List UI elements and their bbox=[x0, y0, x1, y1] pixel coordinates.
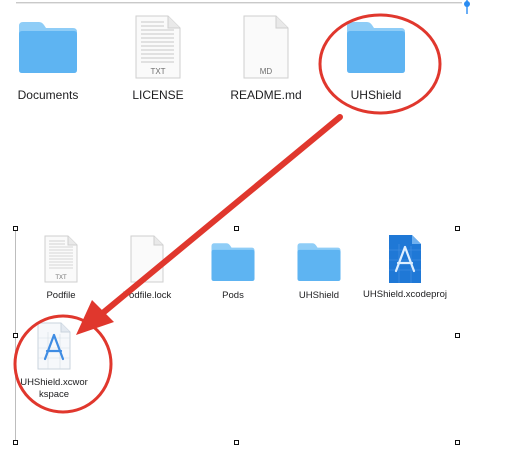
file-type-badge: MD bbox=[260, 67, 273, 76]
file-label: UHShield bbox=[350, 88, 402, 102]
file-label: UHShield bbox=[298, 290, 340, 301]
xcode-workspace-icon bbox=[37, 322, 71, 370]
text-document-icon: TXT bbox=[135, 15, 181, 79]
file-item-documents[interactable]: Documents bbox=[5, 18, 91, 103]
file-label: Podfile bbox=[46, 290, 76, 301]
resize-handle[interactable] bbox=[13, 226, 18, 231]
file-item-readme[interactable]: MD README.md bbox=[223, 15, 309, 103]
resize-handle[interactable] bbox=[455, 226, 460, 231]
file-label: Documents bbox=[17, 88, 79, 102]
file-label: Pods bbox=[222, 290, 244, 301]
file-item-xcworkspace[interactable]: UHShield.xcworkspace bbox=[18, 322, 90, 401]
resize-handle[interactable] bbox=[455, 333, 460, 338]
file-label: UHShield.xcworkspace bbox=[20, 377, 88, 400]
resize-handle[interactable] bbox=[13, 440, 18, 445]
markdown-document-icon: MD bbox=[243, 15, 289, 79]
folder-icon bbox=[211, 243, 255, 282]
file-label: LICENSE bbox=[132, 88, 184, 102]
folder-icon bbox=[297, 243, 341, 282]
window-top-edge-shadow bbox=[16, 3, 462, 4]
file-label: UHShield.xcodeproj bbox=[363, 289, 447, 300]
file-type-badge: TXT bbox=[55, 275, 67, 281]
pin-icon bbox=[464, 0, 470, 14]
folder-icon bbox=[347, 22, 405, 73]
file-item-podfile-lock[interactable]: Podfile.lock bbox=[111, 235, 183, 302]
text-document-icon: TXT bbox=[44, 235, 78, 283]
file-item-podfile[interactable]: TXT Podfile bbox=[25, 235, 97, 302]
file-item-xcodeproj[interactable]: UHShield.xcodeproj bbox=[362, 234, 448, 301]
file-label: README.md bbox=[230, 88, 302, 102]
file-item-uhshield-subfolder[interactable]: UHShield bbox=[283, 240, 355, 302]
xcode-project-icon bbox=[389, 235, 421, 283]
document-icon bbox=[130, 235, 164, 283]
file-item-uhshield-folder[interactable]: UHShield bbox=[333, 18, 419, 103]
file-label: Podfile.lock bbox=[122, 290, 172, 301]
folder-icon bbox=[19, 22, 77, 73]
file-type-badge: TXT bbox=[150, 67, 165, 76]
resize-handle[interactable] bbox=[234, 226, 239, 231]
file-item-pods[interactable]: Pods bbox=[197, 240, 269, 302]
resize-handle[interactable] bbox=[234, 440, 239, 445]
file-item-license[interactable]: TXT LICENSE bbox=[115, 15, 201, 103]
resize-handle[interactable] bbox=[455, 440, 460, 445]
